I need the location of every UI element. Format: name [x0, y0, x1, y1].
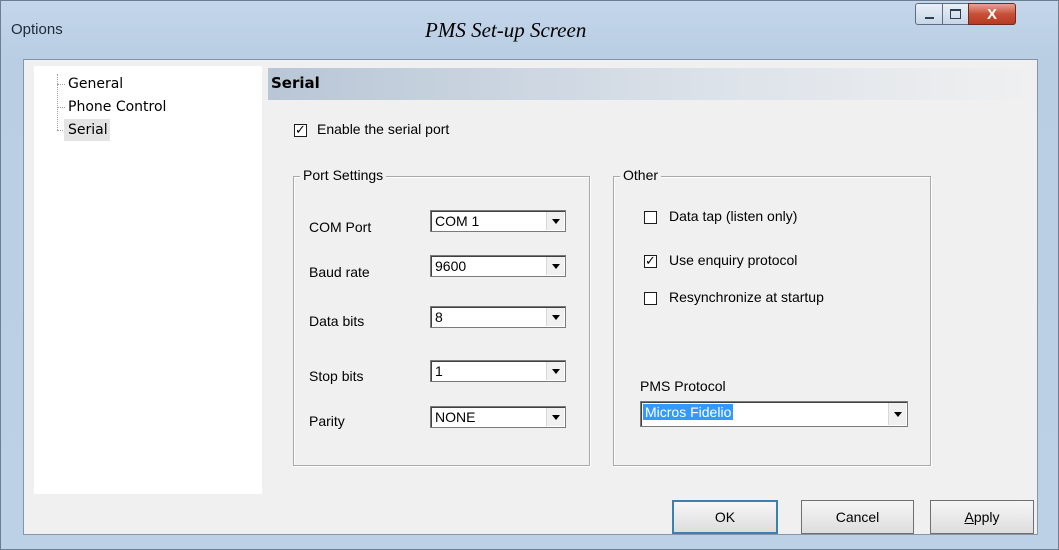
- check-mark-icon: ✓: [645, 253, 656, 268]
- enable-serial-label[interactable]: Enable the serial port: [317, 121, 449, 137]
- data-bits-label: Data bits: [309, 313, 365, 329]
- close-icon: X: [986, 5, 997, 23]
- use-enquiry-label[interactable]: Use enquiry protocol: [669, 252, 797, 268]
- enable-serial-checkbox[interactable]: ✓: [294, 122, 307, 137]
- dropdown-arrow-icon[interactable]: [546, 257, 564, 275]
- com-port-select[interactable]: COM 1: [430, 210, 566, 232]
- maximize-button[interactable]: [942, 3, 969, 25]
- other-caption: Other: [620, 167, 662, 183]
- stop-bits-value: 1: [435, 363, 443, 379]
- minimize-button[interactable]: [915, 3, 943, 25]
- baud-rate-label: Baud rate: [309, 264, 370, 280]
- check-mark-icon: ✓: [295, 122, 306, 137]
- dropdown-arrow-icon[interactable]: [888, 403, 906, 425]
- pms-protocol-label: PMS Protocol: [640, 378, 726, 394]
- cancel-button[interactable]: Cancel: [801, 500, 914, 534]
- tree-item-serial[interactable]: Serial: [64, 119, 110, 141]
- baud-rate-value: 9600: [435, 258, 467, 274]
- section-header: Serial: [268, 68, 1037, 100]
- use-enquiry-checkbox[interactable]: ✓: [644, 253, 657, 268]
- parity-label: Parity: [309, 413, 345, 429]
- window-title: Options: [11, 21, 63, 38]
- resynchronize-checkbox[interactable]: [644, 292, 657, 305]
- tree-connector: [57, 74, 58, 130]
- other-group: Other Data tap (listen only) ✓ Use enqui…: [613, 167, 931, 466]
- stop-bits-label: Stop bits: [309, 368, 364, 384]
- ok-button[interactable]: OK: [672, 500, 778, 534]
- dropdown-arrow-icon[interactable]: [546, 308, 564, 326]
- options-window: Options PMS Set-up Screen X General Phon…: [0, 0, 1059, 550]
- dropdown-arrow-icon[interactable]: [546, 408, 564, 426]
- com-port-value: COM 1: [435, 213, 480, 229]
- stop-bits-select[interactable]: 1: [430, 360, 566, 382]
- options-tree[interactable]: General Phone Control Serial: [34, 66, 262, 494]
- screen-caption: PMS Set-up Screen: [425, 18, 587, 42]
- apply-button[interactable]: Apply: [930, 500, 1034, 534]
- dialog-client-area: General Phone Control Serial Serial ✓ En…: [23, 59, 1038, 535]
- data-bits-select[interactable]: 8: [430, 306, 566, 328]
- baud-rate-select[interactable]: 9600: [430, 255, 566, 277]
- apply-mnemonic: A: [964, 509, 974, 525]
- parity-select[interactable]: NONE: [430, 406, 566, 428]
- resynchronize-label[interactable]: Resynchronize at startup: [669, 289, 824, 305]
- parity-value: NONE: [435, 409, 476, 425]
- com-port-label: COM Port: [309, 219, 372, 235]
- dropdown-arrow-icon[interactable]: [546, 212, 564, 230]
- title-bar[interactable]: Options PMS Set-up Screen X: [1, 1, 1058, 59]
- pms-protocol-select[interactable]: Micros Fidelio: [640, 401, 908, 427]
- port-settings-caption: Port Settings: [300, 167, 387, 183]
- data-tap-label[interactable]: Data tap (listen only): [669, 208, 797, 224]
- pms-protocol-value: Micros Fidelio: [643, 404, 734, 420]
- tree-item-general[interactable]: General: [64, 73, 125, 95]
- port-settings-group: Port Settings COM Port COM 1 Baud rate 9…: [293, 167, 590, 466]
- apply-label: pply: [973, 509, 1000, 525]
- dropdown-arrow-icon[interactable]: [546, 362, 564, 380]
- section-title: Serial: [271, 74, 320, 92]
- data-bits-value: 8: [435, 309, 443, 325]
- tree-item-phone-control[interactable]: Phone Control: [64, 96, 168, 118]
- data-tap-checkbox[interactable]: [644, 211, 657, 224]
- minimize-icon: [924, 17, 934, 19]
- close-button[interactable]: X: [968, 3, 1016, 25]
- maximize-icon: [950, 9, 961, 19]
